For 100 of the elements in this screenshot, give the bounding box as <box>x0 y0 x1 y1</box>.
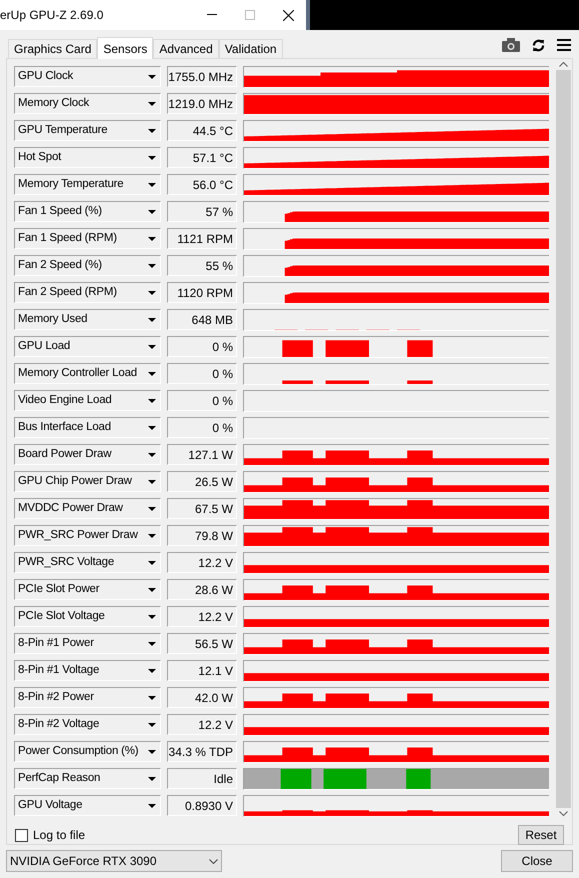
sensor-value: 12.2 V <box>167 606 237 627</box>
sensor-dropdown[interactable]: PWR_SRC Power Draw <box>14 525 161 546</box>
dropdown-arrow-icon <box>148 426 156 430</box>
log-to-file-label: Log to file <box>33 827 86 844</box>
sensor-value: 79.8 W <box>167 525 237 546</box>
sensor-dropdown[interactable]: GPU Load <box>14 336 161 357</box>
dropdown-arrow-icon <box>148 668 156 672</box>
dropdown-arrow-icon <box>148 128 156 132</box>
sensor-dropdown[interactable]: Fan 2 Speed (%) <box>14 255 161 276</box>
dropdown-arrow-icon <box>148 534 156 538</box>
dropdown-arrow-icon <box>148 804 156 808</box>
sensor-dropdown[interactable]: Fan 2 Speed (RPM) <box>14 282 161 303</box>
dropdown-arrow-icon <box>148 722 156 726</box>
sensor-dropdown[interactable]: GPU Voltage <box>14 795 161 816</box>
sensor-dropdown[interactable]: Power Consumption (%) <box>14 741 161 762</box>
sensor-value: 55 % <box>167 255 237 276</box>
dropdown-arrow-icon <box>148 102 156 106</box>
refresh-icon[interactable] <box>532 38 545 52</box>
tab[interactable]: Sensors <box>97 37 154 59</box>
sensor-value: 28.6 W <box>167 579 237 600</box>
sensor-value: 12.1 V <box>167 660 237 681</box>
sensor-value: 34.3 % TDP <box>167 741 237 762</box>
menu-icon[interactable] <box>557 39 571 51</box>
sensor-value: 56.0 °C <box>167 174 237 195</box>
dropdown-arrow-icon <box>148 372 156 376</box>
dropdown-arrow-icon <box>148 776 156 780</box>
sensor-dropdown[interactable]: 8-Pin #2 Power <box>14 687 161 708</box>
sensor-value: 1755.0 MHz <box>167 66 237 87</box>
sensor-value: 0 % <box>167 390 237 411</box>
sensor-dropdown[interactable]: Memory Used <box>14 309 161 330</box>
sensor-value: 0 % <box>167 363 237 384</box>
chevron-icon <box>209 858 218 864</box>
reset-button[interactable]: Reset <box>518 825 564 845</box>
sensor-dropdown[interactable]: Hot Spot <box>14 147 161 168</box>
dropdown-arrow-icon <box>148 750 156 754</box>
dropdown-arrow-icon <box>148 344 156 348</box>
sensor-value: 26.5 W <box>167 471 237 492</box>
scroll-down-icon[interactable] <box>559 811 568 817</box>
sensor-dropdown[interactable]: Fan 1 Speed (%) <box>14 201 161 222</box>
sensor-dropdown[interactable]: Memory Controller Load <box>14 363 161 384</box>
dropdown-arrow-icon <box>148 74 156 78</box>
sensor-value: 12.2 V <box>167 552 237 573</box>
scroll-up-icon[interactable] <box>559 61 568 67</box>
dropdown-arrow-icon <box>148 156 156 160</box>
tab[interactable]: Graphics Card <box>8 39 98 58</box>
sensor-dropdown[interactable]: PCIe Slot Power <box>14 579 161 600</box>
sensor-value: 0 % <box>167 417 237 438</box>
dropdown-arrow-icon <box>148 236 156 240</box>
sensor-value: 127.1 W <box>167 444 237 465</box>
sensor-dropdown[interactable]: 8-Pin #2 Voltage <box>14 714 161 735</box>
sensor-dropdown[interactable]: 8-Pin #1 Power <box>14 633 161 654</box>
sensor-value: 0.8930 V <box>167 795 237 816</box>
dropdown-arrow-icon <box>148 398 156 402</box>
tab[interactable]: Advanced <box>153 39 219 58</box>
sensor-dropdown[interactable]: PCIe Slot Voltage <box>14 606 161 627</box>
sensor-value: 0 % <box>167 336 237 357</box>
dropdown-arrow-icon <box>148 264 156 268</box>
sensor-value: 1219.0 MHz <box>167 93 237 114</box>
sensor-value: 57.1 °C <box>167 147 237 168</box>
close-icon[interactable] <box>283 10 294 20</box>
camera-icon[interactable] <box>502 38 520 52</box>
log-checkbox[interactable] <box>15 828 28 842</box>
sensor-dropdown[interactable]: Bus Interface Load <box>14 417 161 438</box>
sensor-dropdown[interactable]: Fan 1 Speed (RPM) <box>14 228 161 249</box>
sensor-dropdown[interactable]: GPU Temperature <box>14 120 161 141</box>
minimize-icon[interactable] <box>207 14 217 16</box>
tab[interactable]: Validation <box>218 39 283 58</box>
sensor-dropdown[interactable]: GPU Chip Power Draw <box>14 471 161 492</box>
sensor-dropdown[interactable]: MVDDC Power Draw <box>14 498 161 519</box>
dropdown-arrow-icon <box>148 642 156 646</box>
sensor-value: 57 % <box>167 201 237 222</box>
sensor-dropdown[interactable]: 8-Pin #1 Voltage <box>14 660 161 681</box>
window-title: erUp GPU-Z 2.69.0 <box>0 7 104 24</box>
dropdown-arrow-icon <box>148 452 156 456</box>
dropdown-arrow-icon <box>148 480 156 484</box>
sensor-value: 648 MB <box>167 309 237 330</box>
sensor-value: 56.5 W <box>167 633 237 654</box>
sensor-dropdown[interactable]: PerfCap Reason <box>14 768 161 789</box>
dropdown-arrow-icon <box>148 290 156 294</box>
dropdown-arrow-icon <box>148 560 156 564</box>
close-button[interactable]: Close <box>501 850 573 872</box>
sensor-value: 1121 RPM <box>167 228 237 249</box>
sensor-value: 1120 RPM <box>167 282 237 303</box>
sensor-dropdown[interactable]: Video Engine Load <box>14 390 161 411</box>
sensor-value: Idle <box>167 768 237 789</box>
sensor-dropdown[interactable]: Memory Temperature <box>14 174 161 195</box>
dropdown-arrow-icon <box>148 696 156 700</box>
sensor-dropdown[interactable]: PWR_SRC Voltage <box>14 552 161 573</box>
gpu-dropdown[interactable]: NVIDIA GeForce RTX 3090 <box>6 850 222 872</box>
dropdown-arrow-icon <box>148 182 156 186</box>
dropdown-arrow-icon <box>148 210 156 214</box>
sensor-value: 44.5 °C <box>167 120 237 141</box>
dropdown-arrow-icon <box>148 588 156 592</box>
sensor-value: 67.5 W <box>167 498 237 519</box>
sensor-dropdown[interactable]: GPU Clock <box>14 66 161 87</box>
sensor-dropdown[interactable]: Memory Clock <box>14 93 161 114</box>
sensor-value: 42.0 W <box>167 687 237 708</box>
sensor-value: 12.2 V <box>167 714 237 735</box>
dropdown-arrow-icon <box>148 318 156 322</box>
sensor-dropdown[interactable]: Board Power Draw <box>14 444 161 465</box>
